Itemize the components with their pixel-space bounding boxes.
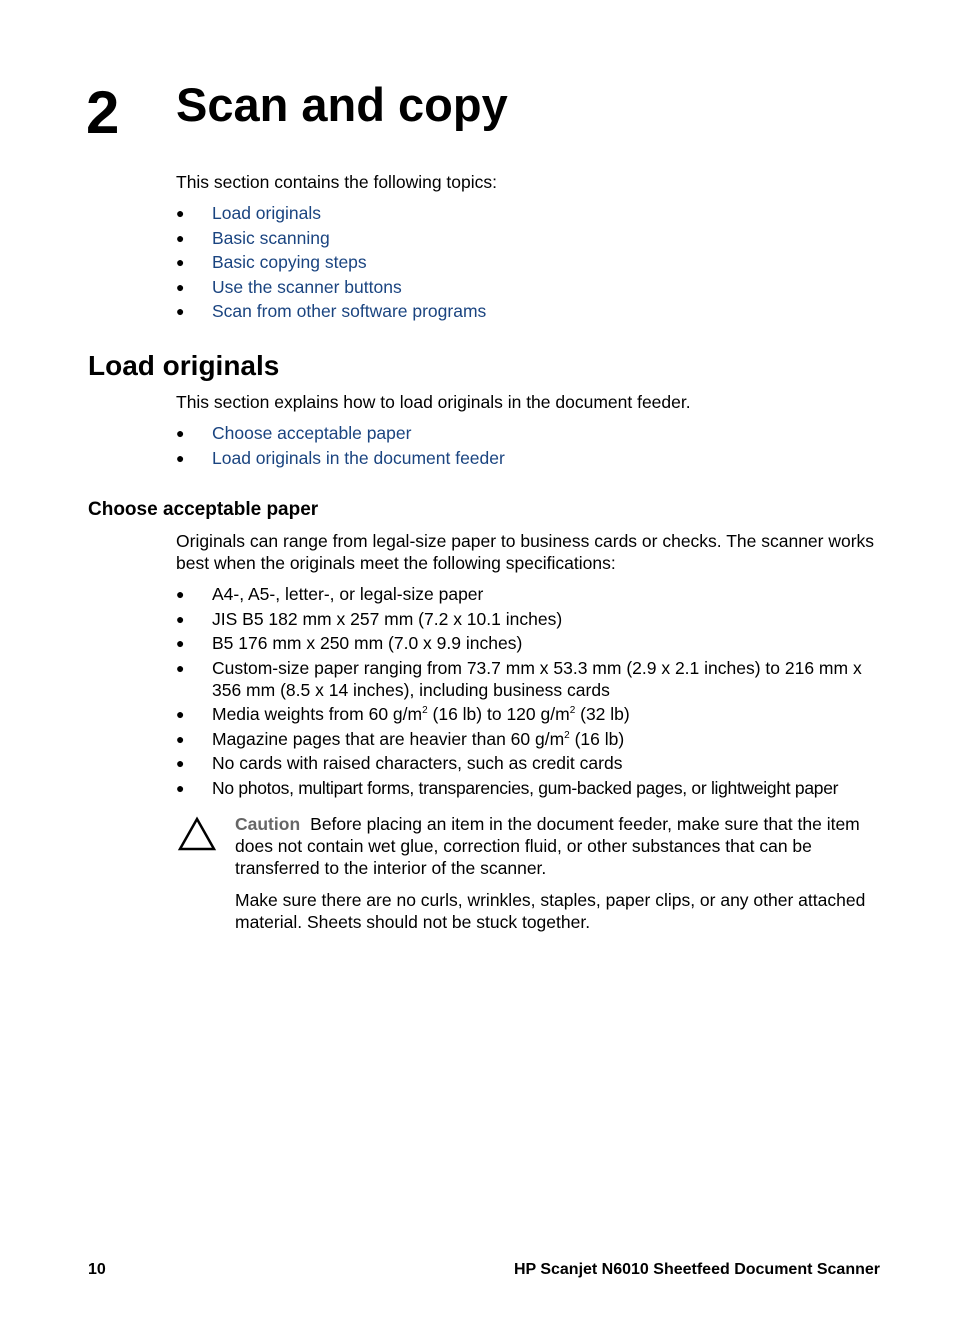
bullet-icon: ● xyxy=(176,659,185,676)
footer-product-name: HP Scanjet N6010 Sheetfeed Document Scan… xyxy=(513,1261,880,1278)
bullet-icon: ● xyxy=(176,229,185,246)
bullet-icon: ● xyxy=(176,706,185,722)
choose-paper-intro: Originals can range from legal-size pape… xyxy=(176,531,875,573)
caution-label: Caution xyxy=(235,814,301,834)
topic-item: ● Basic copying steps xyxy=(176,251,486,273)
bullet-icon: ● xyxy=(176,303,185,319)
spec-item: ● Media weights from 60 g/m2 (16 lb) to 1… xyxy=(176,703,886,725)
link-item: ● Choose acceptable paper xyxy=(176,422,505,444)
spec-text-magazine: Magazine pages that are heavier than 60 … xyxy=(212,728,625,749)
topic-item: ● Scan from other software programs xyxy=(176,300,486,322)
spec-item: ● Custom-size paper ranging from 73.7 mm … xyxy=(176,657,886,701)
spec-item: ● Magazine pages that are heavier than 60… xyxy=(176,728,886,750)
spec-text: No photos, multipart forms, transparenci… xyxy=(212,777,839,798)
chapter-intro: This section contains the following topi… xyxy=(176,172,497,192)
spec-text: No cards with raised characters, such as… xyxy=(212,753,623,773)
spec-text: JIS B5 182 mm x 257 mm (7.2 x 10.1 inche… xyxy=(212,608,563,629)
spec-text: A4-, A5-, letter-, or legal-size paper xyxy=(212,584,484,604)
bullet-icon: ● xyxy=(176,205,185,221)
bullet-icon: ● xyxy=(176,450,185,466)
bullet-icon: ● xyxy=(176,779,185,796)
caution-text: Before placing an item in the document f… xyxy=(235,814,860,878)
load-originals-intro: This section explains how to load origin… xyxy=(176,392,691,412)
section-heading-load-originals: Load originals xyxy=(88,350,280,381)
caution-note: Caution Before placing an item in the doc… xyxy=(235,813,885,879)
spec-item: ● No cards with raised characters, such a… xyxy=(176,752,886,774)
spec-item: ● B5 176 mm x 250 mm (7.0 x 9.9 inches) xyxy=(176,632,886,654)
bullet-icon: ● xyxy=(176,586,185,602)
spec-text: Custom-size paper ranging from 73.7 mm x… xyxy=(212,657,862,700)
spec-text-media-weights: Media weights from 60 g/m2 (16 lb) to 12… xyxy=(212,704,630,724)
paper-spec-list: ● A4-, A5-, letter-, or legal-size paper … xyxy=(176,583,886,799)
spec-item: ● JIS B5 182 mm x 257 mm (7.2 x 10.1 inch… xyxy=(176,608,886,630)
warning-triangle-icon xyxy=(177,816,217,857)
bullet-icon: ● xyxy=(176,425,185,441)
subsection-heading-choose-paper: Choose acceptable paper xyxy=(88,499,319,520)
spec-item: ● A4-, A5-, letter-, or legal-size paper xyxy=(176,583,886,605)
link-choose-paper[interactable]: Choose acceptable paper xyxy=(212,423,411,443)
bullet-icon: ● xyxy=(176,610,185,627)
caution-text-2: Make sure there are no curls, wrinkles, … xyxy=(235,890,866,932)
spec-item: ● No photos, multipart forms, transparenc… xyxy=(176,777,886,799)
chapter-number: 2 xyxy=(86,79,120,146)
topic-list: ● Load originals ● Basic scanning ● Basic c… xyxy=(176,202,486,322)
topic-link-scanner-buttons[interactable]: Use the scanner buttons xyxy=(212,277,402,297)
bullet-icon: ● xyxy=(176,278,185,295)
link-load-in-feeder[interactable]: Load originals in the document feeder xyxy=(212,448,505,468)
topic-item: ● Load originals xyxy=(176,202,486,224)
spec-text: B5 176 mm x 250 mm (7.0 x 9.9 inches) xyxy=(212,633,523,653)
topic-link-other-software[interactable]: Scan from other software programs xyxy=(212,301,486,321)
page-number: 10 xyxy=(88,1261,106,1278)
topic-link-basic-copying[interactable]: Basic copying steps xyxy=(212,252,367,272)
bullet-icon: ● xyxy=(176,755,185,771)
topic-item: ● Use the scanner buttons xyxy=(176,276,486,298)
chapter-title: Scan and copy xyxy=(176,78,508,131)
bullet-icon: ● xyxy=(176,730,185,747)
bullet-icon: ● xyxy=(176,635,185,651)
topic-item: ● Basic scanning xyxy=(176,227,486,249)
bullet-icon: ● xyxy=(176,254,185,270)
topic-link-load-originals[interactable]: Load originals xyxy=(212,203,321,223)
link-item: ● Load originals in the document feeder xyxy=(176,447,505,469)
topic-link-basic-scanning[interactable]: Basic scanning xyxy=(212,228,330,248)
load-originals-links: ● Choose acceptable paper ● Load originals… xyxy=(176,422,505,469)
